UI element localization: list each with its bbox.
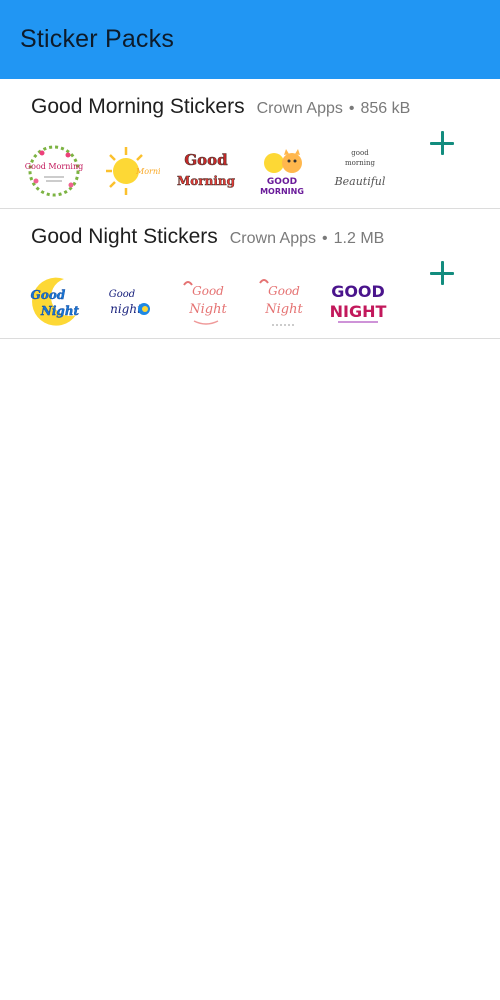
pack-meta: Crown Apps • 856 kB [257, 100, 411, 118]
pack-publisher: Crown Apps [229, 230, 317, 247]
svg-text:Morning: Morning [177, 174, 236, 188]
sticker-thumbnail: Good Morning [24, 141, 84, 201]
sticker-good-night-pink-icon: Good Night [183, 281, 228, 325]
meta-separator: • [348, 100, 355, 117]
svg-text:Good: Good [268, 284, 300, 298]
sticker-good-night-script-icon: Good night [109, 289, 150, 316]
sticker-thumbnail: Good Night [24, 271, 84, 331]
svg-text:good: good [351, 149, 369, 157]
svg-text:Night: Night [188, 302, 227, 317]
sticker-thumbnail: Morning [100, 141, 160, 201]
sticker-thumbnail: GOOD MORNING [252, 141, 312, 201]
svg-text:Good: Good [109, 289, 135, 300]
sticker-good-morning-lettering-icon: Good Morning [177, 151, 236, 189]
sticker-good-morning-wreath-icon: Good Morning [25, 145, 84, 197]
pack-meta: Crown Apps • 1.2 MB [230, 230, 385, 248]
svg-text:NIGHT: NIGHT [330, 302, 387, 321]
svg-text:MORNING: MORNING [260, 187, 304, 196]
pack-size: 856 kB [360, 100, 411, 117]
add-pack-button[interactable] [430, 131, 456, 157]
app-bar: Sticker Packs [0, 0, 500, 79]
svg-text:night: night [110, 302, 142, 316]
sticker-thumbnails: Good Morning Morning Good Morning [24, 141, 388, 201]
svg-text:Good: Good [184, 151, 228, 169]
sticker-thumbnail: GOOD NIGHT [328, 271, 388, 331]
svg-text:Night: Night [264, 302, 303, 317]
svg-text:Good: Good [192, 284, 224, 298]
sticker-good-night-pink-alt-icon: Good Night [259, 279, 304, 326]
sticker-pack-good-morning[interactable]: Good Morning Stickers Crown Apps • 856 kB … [0, 79, 500, 209]
sticker-sun-icon: Morning [106, 147, 160, 195]
page-title: Sticker Packs [20, 25, 175, 53]
pack-name: Good Morning Stickers [31, 95, 245, 118]
sticker-moon-good-night-icon: Good Night [30, 277, 80, 326]
svg-text:Night: Night [40, 304, 80, 318]
pack-publisher: Crown Apps [256, 100, 343, 117]
sticker-thumbnail: good morning Beautiful [328, 141, 388, 201]
meta-separator: • [322, 230, 328, 247]
pack-header: Good Morning Stickers Crown Apps • 856 kB [31, 95, 410, 119]
pack-name: Good Night Stickers [31, 225, 218, 248]
sticker-good-morning-beautiful-icon: good morning Beautiful [334, 149, 386, 188]
sticker-thumbnails: Good Night Good night Good Night Good Ni… [24, 271, 388, 331]
pack-header: Good Night Stickers Crown Apps • 1.2 MB [31, 225, 384, 249]
svg-text:GOOD: GOOD [267, 177, 297, 187]
sticker-good-night-bold-icon: GOOD NIGHT [330, 282, 387, 323]
sticker-cat-good-morning-icon: GOOD MORNING [260, 149, 304, 196]
svg-text:GOOD: GOOD [331, 282, 385, 301]
svg-text:Good Morning: Good Morning [25, 162, 84, 171]
svg-text:Beautiful: Beautiful [334, 175, 386, 188]
sticker-thumbnail: Good Morning [176, 141, 236, 201]
sticker-thumbnail: Good Night [176, 271, 236, 331]
sticker-pack-good-night[interactable]: Good Night Stickers Crown Apps • 1.2 MB Go… [0, 209, 500, 339]
add-pack-button[interactable] [430, 261, 456, 287]
sticker-thumbnail: Good Night [252, 271, 312, 331]
svg-text:Good: Good [31, 288, 66, 302]
svg-text:morning: morning [345, 159, 375, 167]
pack-size: 1.2 MB [333, 230, 385, 247]
svg-text:Morning: Morning [135, 167, 160, 176]
sticker-thumbnail: Good night [100, 271, 160, 331]
